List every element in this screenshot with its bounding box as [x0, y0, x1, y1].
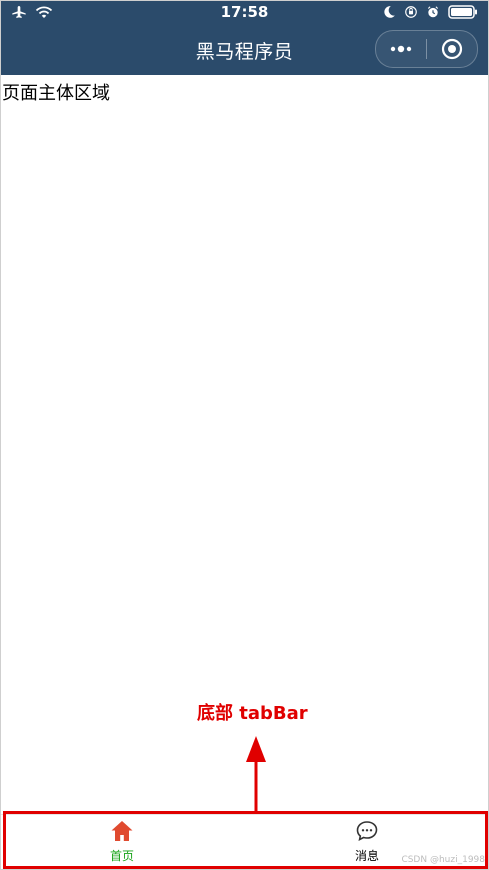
status-bar: 17:58 [1, 1, 488, 27]
orientation-lock-icon [405, 6, 417, 18]
more-icon[interactable] [388, 39, 414, 59]
phone-frame: 17:58 黑马程序员 页面主体区域 底部 tabBar 首页 消息 CSDN … [0, 0, 489, 870]
battery-icon [448, 5, 477, 19]
capsule-divider [426, 39, 427, 59]
watermark: CSDN @huzi_1998 [401, 855, 485, 865]
target-icon[interactable] [441, 38, 463, 60]
annotation-arrow-icon [246, 736, 266, 816]
top-bar: 17:58 黑马程序员 [1, 1, 488, 75]
main-body-text: 页面主体区域 [2, 83, 110, 104]
moon-icon [384, 6, 395, 18]
alarm-icon [427, 6, 439, 18]
capsule-menu[interactable] [375, 30, 478, 68]
status-right [382, 5, 478, 19]
annotation-label: 底部 tabBar [197, 703, 308, 724]
